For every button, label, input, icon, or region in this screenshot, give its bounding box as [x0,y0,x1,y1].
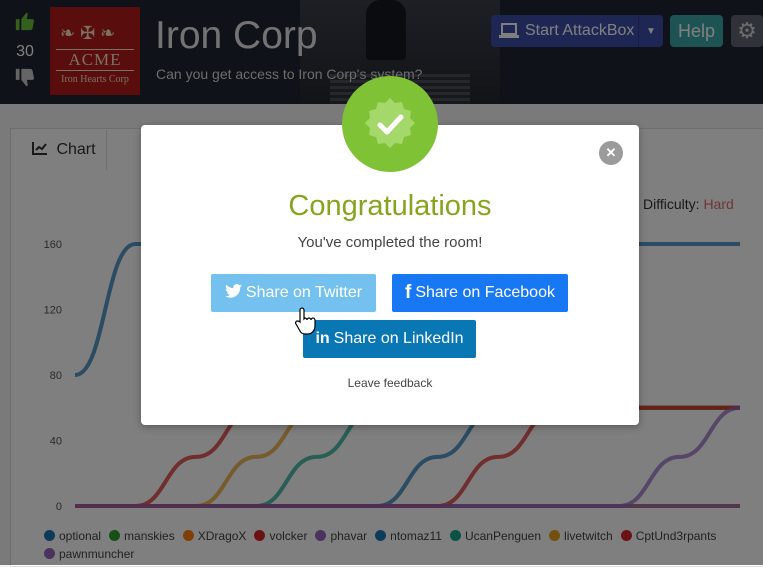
share-facebook-button[interactable]: f Share on Facebook [392,274,568,312]
share-twitter-button[interactable]: Share on Twitter [211,274,376,312]
modal-title: Congratulations [288,190,492,222]
share-linkedin-label: Share on LinkedIn [333,330,464,347]
twitter-icon [224,283,242,303]
share-twitter-label: Share on Twitter [245,284,363,301]
facebook-icon: f [405,282,412,303]
completion-badge [342,76,438,172]
checkmark-icon [365,98,415,148]
close-icon: ✕ [605,145,617,160]
close-button[interactable]: ✕ [599,141,623,165]
leave-feedback-link[interactable]: Leave feedback [141,376,639,390]
linkedin-icon: in [315,330,330,347]
modal-message: You've completed the room! [297,234,483,251]
share-linkedin-button[interactable]: in Share on LinkedIn [303,320,476,358]
share-facebook-label: Share on Facebook [415,284,555,301]
hand-cursor-icon [294,307,317,340]
